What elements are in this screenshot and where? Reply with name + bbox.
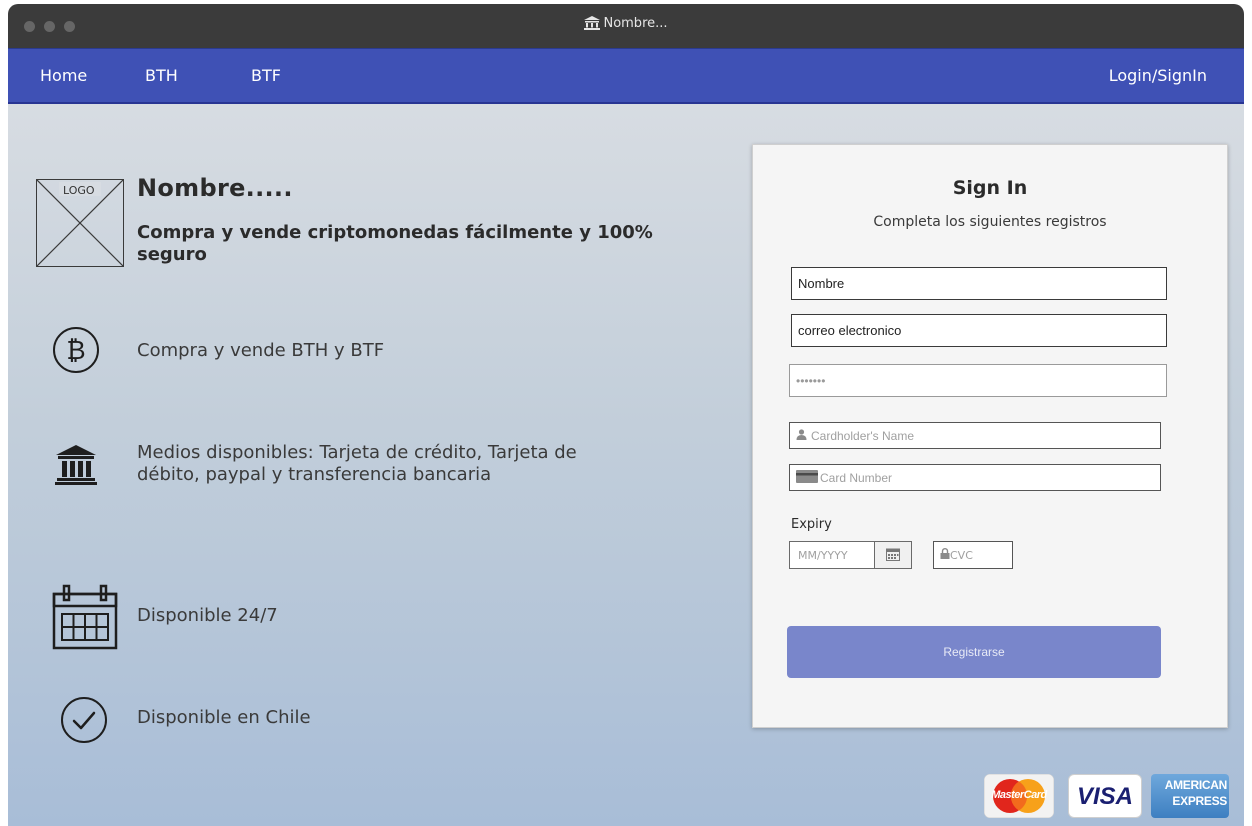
register-button[interactable]: Registrarse <box>787 626 1161 678</box>
signin-subtitle: Completa los siguientes registros <box>873 214 1107 230</box>
expiry-input[interactable]: MM/YYYY <box>789 541 875 569</box>
feature-text-payment-methods: Medios disponibles: Tarjeta de crédito, … <box>137 442 577 485</box>
expiry-label: Expiry <box>791 517 832 532</box>
feature-text-country: Disponible en Chile <box>137 707 311 728</box>
expiry-calendar-button[interactable] <box>874 541 912 569</box>
visa-logo: VISA <box>1068 774 1142 818</box>
nav-bth[interactable]: BTH <box>145 66 178 85</box>
brand-title: Nombre..... <box>137 174 293 202</box>
amex-line-2: EXPRESS <box>1172 794 1227 808</box>
main-content: LOGO Nombre..... Compra y vende criptomo… <box>8 104 1244 826</box>
logo-label: LOGO <box>63 184 95 197</box>
user-icon <box>796 428 807 443</box>
bank-icon <box>584 16 601 34</box>
american-express-logo: AMERICAN EXPRESS <box>1151 774 1229 818</box>
window-title-text: Nombre... <box>603 16 668 31</box>
nav-login-signin[interactable]: Login/SignIn <box>1109 66 1207 85</box>
credit-card-icon <box>796 469 818 486</box>
nav-btf[interactable]: BTF <box>251 66 281 85</box>
check-circle-icon <box>60 696 108 748</box>
cvc-field[interactable]: CVC <box>933 541 1013 569</box>
feature-text-trade: Compra y vende BTH y BTF <box>137 340 385 361</box>
title-bar: Nombre... <box>8 4 1244 48</box>
app-window: Nombre... Home BTH BTF Login/SignIn LOGO… <box>8 4 1244 826</box>
feature-text-availability: Disponible 24/7 <box>137 605 278 626</box>
lock-icon <box>940 548 950 562</box>
calendar-icon <box>886 546 900 565</box>
visa-text: VISA <box>1076 783 1133 810</box>
cardholder-name-placeholder: Cardholder's Name <box>811 428 915 443</box>
signin-card: Sign In Completa los siguientes registro… <box>752 144 1228 728</box>
password-field[interactable]: ••••••• <box>789 364 1167 397</box>
card-number-field[interactable]: Card Number <box>789 464 1161 491</box>
mastercard-logo: MasterCard <box>984 774 1054 818</box>
name-field[interactable]: Nombre <box>791 267 1167 300</box>
mastercard-text: MasterCard <box>991 789 1047 801</box>
svg-text:₿: ₿ <box>66 336 85 366</box>
name-field-value: Nombre <box>798 276 845 291</box>
brand-tagline: Compra y vende criptomonedas fácilmente … <box>137 222 653 265</box>
card-number-placeholder: Card Number <box>820 470 893 485</box>
expiry-placeholder: MM/YYYY <box>798 548 848 562</box>
window-title: Nombre... <box>8 16 1244 34</box>
cvc-placeholder: CVC <box>950 548 973 562</box>
bank-icon <box>55 444 97 490</box>
password-field-value: ••••••• <box>796 373 826 388</box>
logo-placeholder: LOGO <box>36 179 124 267</box>
top-navbar: Home BTH BTF Login/SignIn <box>8 48 1244 104</box>
email-field[interactable]: correo electronico <box>791 314 1167 347</box>
cardholder-name-field[interactable]: Cardholder's Name <box>789 422 1161 449</box>
signin-title: Sign In <box>952 177 1028 199</box>
email-field-value: correo electronico <box>798 323 902 338</box>
calendar-icon <box>52 584 118 654</box>
nav-home[interactable]: Home <box>40 66 87 85</box>
amex-line-1: AMERICAN <box>1164 778 1228 792</box>
bitcoin-icon: ₿ <box>52 326 100 378</box>
